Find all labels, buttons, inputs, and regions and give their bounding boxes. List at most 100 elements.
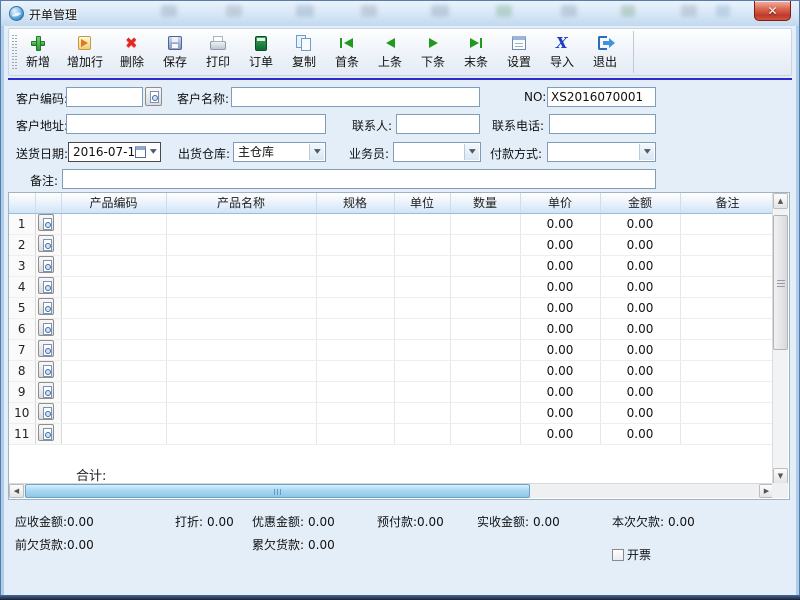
remark-cell[interactable] xyxy=(680,297,775,318)
unit-cell[interactable] xyxy=(394,423,450,444)
product-code-cell[interactable] xyxy=(61,318,166,339)
horizontal-scroll-thumb[interactable] xyxy=(25,484,530,498)
phone-input[interactable] xyxy=(549,114,656,134)
product-code-cell[interactable] xyxy=(61,297,166,318)
toolbar-button-import[interactable]: 导入 xyxy=(543,32,581,72)
delivery-date-picker[interactable]: 2016-07-17 xyxy=(68,142,161,162)
product-lookup-button[interactable] xyxy=(38,277,54,294)
spec-cell[interactable] xyxy=(316,276,394,297)
unit-cell[interactable] xyxy=(394,255,450,276)
quantity-cell[interactable] xyxy=(450,276,520,297)
toolbar-button-print[interactable]: 打印 xyxy=(199,32,237,72)
vertical-scroll-thumb[interactable] xyxy=(773,215,788,350)
product-name-cell[interactable] xyxy=(166,297,316,318)
product-code-cell[interactable] xyxy=(61,255,166,276)
spec-cell[interactable] xyxy=(316,381,394,402)
quantity-cell[interactable] xyxy=(450,381,520,402)
unit-cell[interactable] xyxy=(394,402,450,423)
amount-cell[interactable]: 0.00 xyxy=(600,297,680,318)
product-lookup-button[interactable] xyxy=(38,235,54,252)
amount-cell[interactable]: 0.00 xyxy=(600,360,680,381)
quantity-cell[interactable] xyxy=(450,297,520,318)
order-no-input[interactable] xyxy=(547,87,656,107)
salesman-select[interactable] xyxy=(393,142,481,162)
remark-cell[interactable] xyxy=(680,402,775,423)
amount-cell[interactable]: 0.00 xyxy=(600,276,680,297)
product-lookup-button[interactable] xyxy=(38,403,54,420)
quantity-cell[interactable] xyxy=(450,339,520,360)
quantity-cell[interactable] xyxy=(450,255,520,276)
unit-price-cell[interactable]: 0.00 xyxy=(520,360,600,381)
unit-cell[interactable] xyxy=(394,339,450,360)
scroll-left-icon[interactable]: ◀ xyxy=(9,484,24,498)
product-code-cell[interactable] xyxy=(61,234,166,255)
amount-cell[interactable]: 0.00 xyxy=(600,318,680,339)
remark-cell[interactable] xyxy=(680,360,775,381)
spec-cell[interactable] xyxy=(316,402,394,423)
unit-cell[interactable] xyxy=(394,213,450,234)
amount-cell[interactable]: 0.00 xyxy=(600,234,680,255)
unit-cell[interactable] xyxy=(394,234,450,255)
quantity-cell[interactable] xyxy=(450,360,520,381)
product-lookup-button[interactable] xyxy=(38,424,54,441)
invoice-checkbox[interactable]: 开票 xyxy=(612,546,651,563)
quantity-cell[interactable] xyxy=(450,213,520,234)
product-name-cell[interactable] xyxy=(166,255,316,276)
toolbar-button-exit[interactable]: 退出 xyxy=(586,32,624,72)
remark-cell[interactable] xyxy=(680,213,775,234)
remark-cell[interactable] xyxy=(680,423,775,444)
spec-cell[interactable] xyxy=(316,255,394,276)
product-lookup-button[interactable] xyxy=(38,340,54,357)
spec-cell[interactable] xyxy=(316,234,394,255)
product-name-cell[interactable] xyxy=(166,234,316,255)
toolbar-button-order[interactable]: 订单 xyxy=(242,32,280,72)
contact-input[interactable] xyxy=(396,114,480,134)
product-name-cell[interactable] xyxy=(166,339,316,360)
scroll-down-icon[interactable]: ▼ xyxy=(773,468,788,484)
customer-address-input[interactable] xyxy=(66,114,326,134)
remark-cell[interactable] xyxy=(680,318,775,339)
toolbar-button-new[interactable]: 新增 xyxy=(19,32,57,72)
spec-cell[interactable] xyxy=(316,423,394,444)
product-code-cell[interactable] xyxy=(61,339,166,360)
toolbar-button-last[interactable]: 末条 xyxy=(457,32,495,72)
unit-cell[interactable] xyxy=(394,318,450,339)
remark-cell[interactable] xyxy=(680,381,775,402)
spec-cell[interactable] xyxy=(316,213,394,234)
unit-cell[interactable] xyxy=(394,381,450,402)
product-code-cell[interactable] xyxy=(61,213,166,234)
scroll-up-icon[interactable]: ▲ xyxy=(773,193,788,209)
amount-cell[interactable]: 0.00 xyxy=(600,423,680,444)
remark-input[interactable] xyxy=(62,169,656,189)
customer-lookup-button[interactable] xyxy=(145,87,162,106)
toolbar-button-settings[interactable]: 设置 xyxy=(500,32,538,72)
product-name-cell[interactable] xyxy=(166,318,316,339)
quantity-cell[interactable] xyxy=(450,402,520,423)
spec-cell[interactable] xyxy=(316,297,394,318)
unit-cell[interactable] xyxy=(394,360,450,381)
amount-cell[interactable]: 0.00 xyxy=(600,255,680,276)
spec-cell[interactable] xyxy=(316,339,394,360)
toolbar-button-copy[interactable]: 复制 xyxy=(285,32,323,72)
amount-cell[interactable]: 0.00 xyxy=(600,381,680,402)
toolbar-button-prev[interactable]: 上条 xyxy=(371,32,409,72)
product-code-cell[interactable] xyxy=(61,423,166,444)
quantity-cell[interactable] xyxy=(450,423,520,444)
remark-cell[interactable] xyxy=(680,339,775,360)
spec-cell[interactable] xyxy=(316,360,394,381)
product-lookup-button[interactable] xyxy=(38,361,54,378)
unit-price-cell[interactable]: 0.00 xyxy=(520,213,600,234)
unit-price-cell[interactable]: 0.00 xyxy=(520,276,600,297)
unit-price-cell[interactable]: 0.00 xyxy=(520,255,600,276)
product-code-cell[interactable] xyxy=(61,381,166,402)
amount-cell[interactable]: 0.00 xyxy=(600,213,680,234)
product-name-cell[interactable] xyxy=(166,276,316,297)
unit-price-cell[interactable]: 0.00 xyxy=(520,423,600,444)
unit-price-cell[interactable]: 0.00 xyxy=(520,234,600,255)
product-lookup-button[interactable] xyxy=(38,256,54,273)
product-code-cell[interactable] xyxy=(61,360,166,381)
product-name-cell[interactable] xyxy=(166,360,316,381)
product-name-cell[interactable] xyxy=(166,402,316,423)
unit-price-cell[interactable]: 0.00 xyxy=(520,318,600,339)
product-name-cell[interactable] xyxy=(166,213,316,234)
